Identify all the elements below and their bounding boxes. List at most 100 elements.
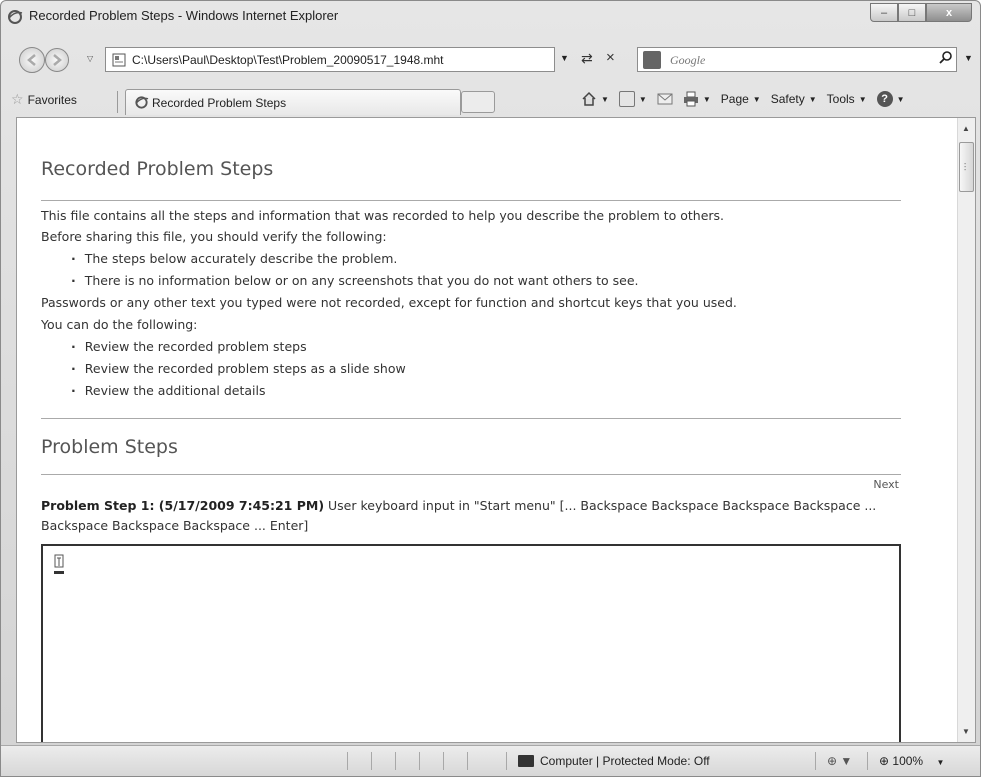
scroll-thumb[interactable]: --- xyxy=(959,142,974,192)
start-orb-icon xyxy=(54,554,64,574)
minimize-button[interactable]: – xyxy=(870,3,898,22)
divider xyxy=(41,474,901,475)
list-item: The steps below accurately describe the … xyxy=(71,251,398,266)
chevron-down-icon: ▼ xyxy=(936,758,945,767)
help-icon: ? xyxy=(876,91,893,107)
search-input[interactable]: Google xyxy=(670,53,705,68)
mail-button[interactable] xyxy=(657,93,673,105)
zoom-icon: ⊕ xyxy=(879,754,890,768)
scroll-down-arrow-icon[interactable]: ▼ xyxy=(962,727,970,736)
tab-label: Recorded Problem Steps xyxy=(152,96,287,110)
title-bar: Recorded Problem Steps - Windows Interne… xyxy=(1,1,980,31)
zoom-control[interactable]: ⊕ 100% ▼ xyxy=(879,754,944,768)
maximize-button[interactable]: □ xyxy=(898,3,926,22)
tools-menu-label: Tools xyxy=(826,92,855,106)
status-bar: Computer | Protected Mode: Off ⊕ ▼ ⊕ 100… xyxy=(1,745,980,776)
passwords-note: Passwords or any other text you typed we… xyxy=(41,295,737,310)
additional-details-link[interactable]: Review the additional details xyxy=(71,383,266,398)
zoom-level: 100% xyxy=(892,754,924,768)
security-zone[interactable]: Computer | Protected Mode: Off xyxy=(518,754,710,768)
ie-icon xyxy=(135,96,149,109)
window-title: Recorded Problem Steps - Windows Interne… xyxy=(29,8,339,23)
security-icon[interactable]: ⊕ ▼ xyxy=(827,754,852,768)
divider xyxy=(867,752,868,770)
divider xyxy=(347,752,348,770)
refresh-icon[interactable]: ⇄ xyxy=(581,50,593,67)
browser-window: Recorded Problem Steps - Windows Interne… xyxy=(0,0,981,777)
step-screenshot[interactable] xyxy=(41,544,901,742)
page-title: Recorded Problem Steps xyxy=(41,158,274,180)
tools-menu[interactable]: Tools ▼ xyxy=(827,92,867,106)
scroll-up-arrow-icon[interactable]: ▲ xyxy=(962,124,970,133)
divider xyxy=(815,752,816,770)
window-controls: – □ x xyxy=(870,3,972,23)
ie-icon xyxy=(8,10,23,24)
favorites-bar: ☆ Favorites Recorded Problem Steps ▼ ▼ ▼… xyxy=(1,87,980,115)
feeds-button[interactable]: ▼ xyxy=(618,91,647,107)
navigation-bar: ▽ C:\Users\Paul\Desktop\Test\Problem_200… xyxy=(1,45,980,75)
safety-menu[interactable]: Safety ▼ xyxy=(771,92,817,106)
verify-text: Before sharing this file, you should ver… xyxy=(41,229,387,244)
tab-recorded-problem-steps[interactable]: Recorded Problem Steps xyxy=(125,89,461,115)
back-icon xyxy=(27,54,36,66)
chevron-down-icon: ▼ xyxy=(808,94,817,104)
divider xyxy=(443,752,444,770)
search-options-dropdown[interactable]: ▼ xyxy=(964,53,973,63)
stop-icon[interactable]: × xyxy=(606,49,615,66)
divider xyxy=(117,91,118,113)
divider xyxy=(41,418,901,419)
home-icon xyxy=(582,91,596,106)
list-item: There is no information below or on any … xyxy=(71,273,639,288)
search-box[interactable]: Google xyxy=(637,47,957,72)
command-bar: ▼ ▼ ▼ Page ▼ Safety ▼ Tools ▼ ? ▼ xyxy=(581,91,915,107)
new-tab-button[interactable] xyxy=(461,91,495,113)
forward-icon xyxy=(53,54,62,66)
zone-label: Computer | Protected Mode: Off xyxy=(540,754,710,768)
divider xyxy=(395,752,396,770)
home-button[interactable]: ▼ xyxy=(581,91,609,107)
safety-menu-label: Safety xyxy=(770,92,805,106)
favorites-button[interactable]: ☆ Favorites xyxy=(11,91,77,108)
review-steps-link[interactable]: Review the recorded problem steps xyxy=(71,339,307,354)
page-menu[interactable]: Page ▼ xyxy=(721,92,761,106)
chevron-down-icon: ▼ xyxy=(896,94,905,104)
step-heading: Problem Step 1: (5/17/2009 7:45:21 PM) xyxy=(41,498,325,513)
print-icon xyxy=(683,91,698,107)
chevron-down-icon[interactable]: ▼ xyxy=(703,95,711,104)
intro-text: This file contains all the steps and inf… xyxy=(41,208,725,223)
favorites-label: Favorites xyxy=(27,92,77,107)
feeds-icon xyxy=(618,91,635,107)
page-icon xyxy=(112,53,126,67)
section-heading: Problem Steps xyxy=(41,436,178,458)
divider xyxy=(371,752,372,770)
chevron-down-icon: ▼ xyxy=(752,94,761,104)
computer-icon xyxy=(518,755,534,767)
address-text[interactable]: C:\Users\Paul\Desktop\Test\Problem_20090… xyxy=(132,53,444,67)
vertical-scrollbar[interactable]: ▲ --- ▼ xyxy=(957,118,975,742)
address-dropdown[interactable]: ▼ xyxy=(560,53,569,63)
star-icon: ☆ xyxy=(11,91,24,107)
back-button[interactable] xyxy=(19,47,45,73)
search-icon[interactable] xyxy=(939,50,953,67)
divider xyxy=(41,200,901,201)
chevron-down-icon[interactable]: ▼ xyxy=(601,95,609,104)
forward-button[interactable] xyxy=(45,48,69,72)
slide-show-link[interactable]: Review the recorded problem steps as a s… xyxy=(71,361,406,376)
mail-icon xyxy=(657,93,673,105)
page-menu-label: Page xyxy=(720,92,749,106)
print-button[interactable]: ▼ xyxy=(683,91,711,107)
chevron-down-icon[interactable]: ▼ xyxy=(639,95,647,104)
help-menu[interactable]: ? ▼ xyxy=(876,91,905,107)
close-button[interactable]: x xyxy=(926,3,972,22)
content-area: Recorded Problem Steps This file contain… xyxy=(16,117,976,743)
address-bar[interactable]: C:\Users\Paul\Desktop\Test\Problem_20090… xyxy=(105,47,555,72)
divider xyxy=(467,752,468,770)
next-link[interactable]: Next xyxy=(873,478,899,491)
grip-icon: --- xyxy=(964,161,967,174)
search-provider-icon xyxy=(643,51,661,69)
divider xyxy=(419,752,420,770)
problem-step: Problem Step 1: (5/17/2009 7:45:21 PM) U… xyxy=(41,496,891,536)
recent-pages-dropdown[interactable]: ▽ xyxy=(87,54,93,63)
divider xyxy=(506,752,507,770)
can-do-text: You can do the following: xyxy=(41,317,198,332)
